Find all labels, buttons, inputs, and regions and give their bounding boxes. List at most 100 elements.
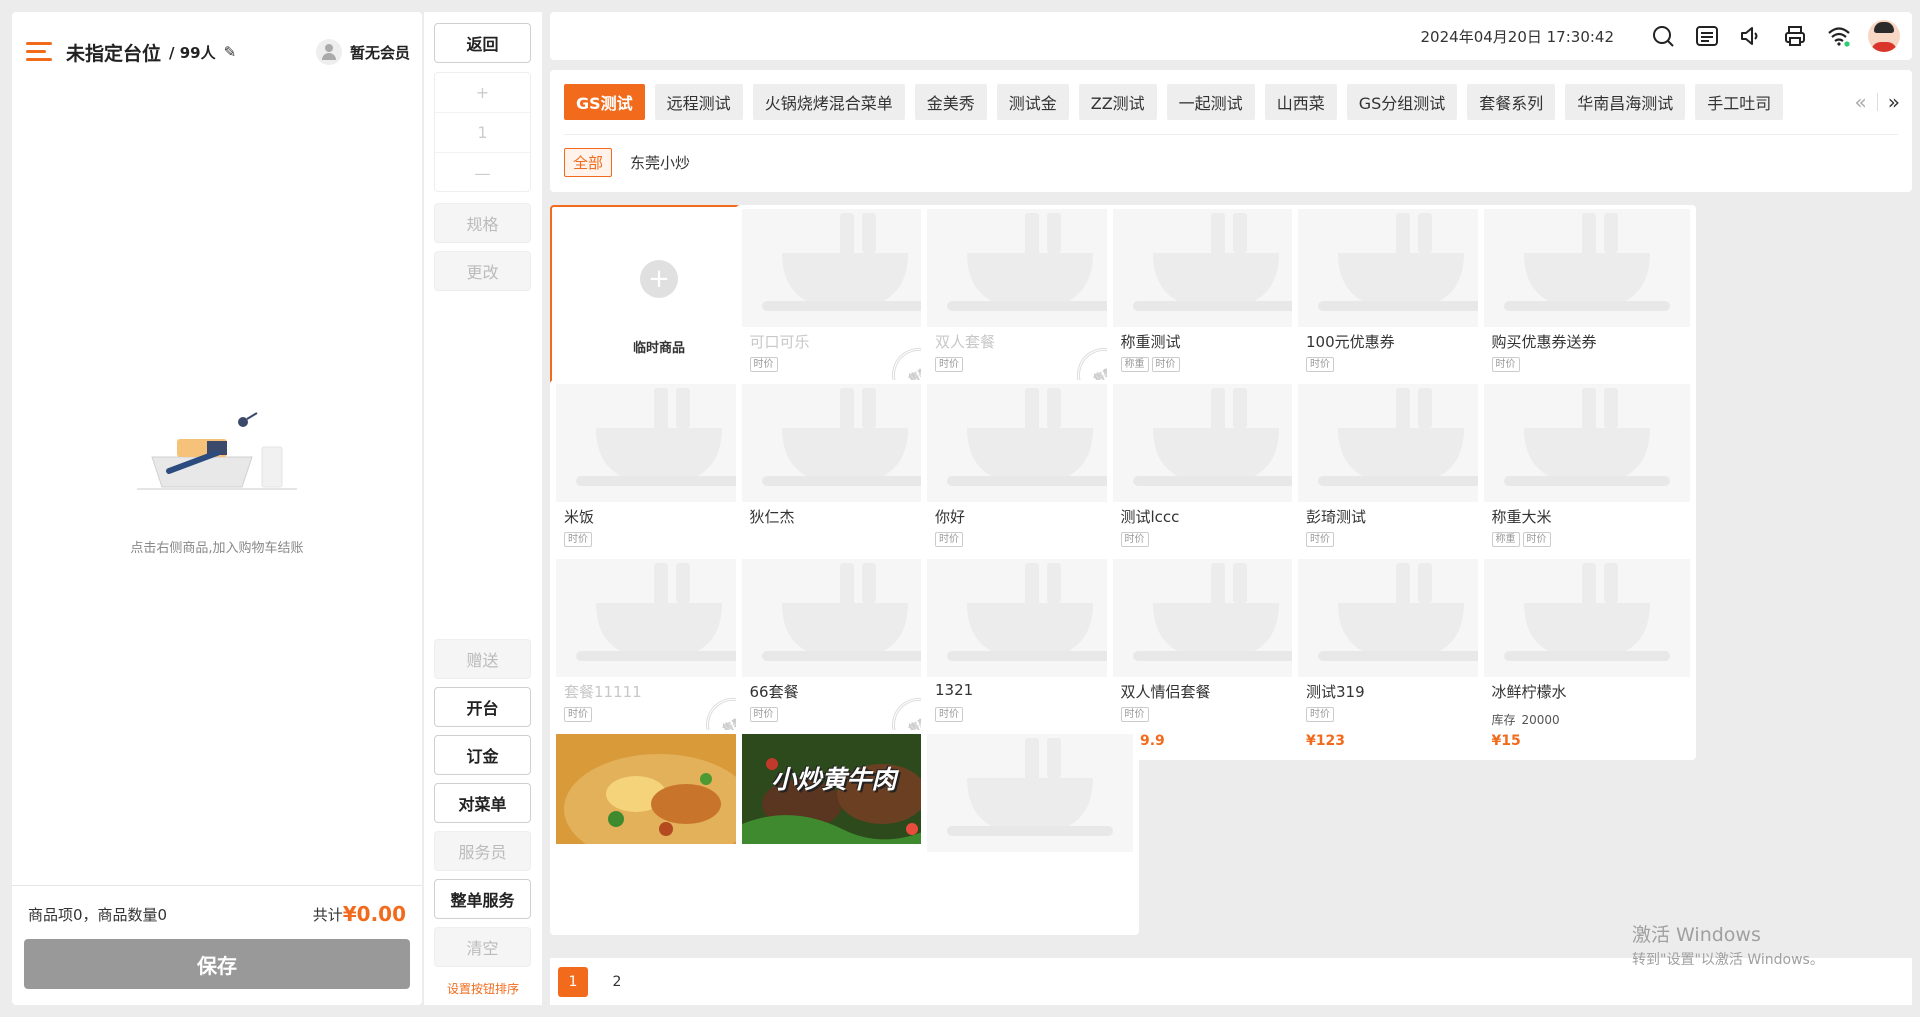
clear-button[interactable]: 清空 bbox=[434, 927, 531, 967]
product-name: 套餐11111 bbox=[564, 683, 642, 701]
category-tab[interactable]: 火锅烧烤混合菜单 bbox=[752, 84, 905, 120]
product-tag: 称重 bbox=[1491, 532, 1520, 547]
member-avatar-icon bbox=[315, 39, 342, 65]
member-selector[interactable]: 暂无会员 bbox=[315, 39, 410, 65]
product-photo bbox=[556, 734, 762, 844]
avatar[interactable] bbox=[1868, 20, 1900, 52]
product-stock: 库存 20000 bbox=[1492, 711, 1560, 728]
product-image bbox=[927, 209, 1133, 327]
top-bar: 2024年04月20日 17:30:42 bbox=[550, 12, 1912, 60]
product-tags: 时价 bbox=[564, 532, 592, 547]
product-name: 彭琦测试 bbox=[1306, 508, 1367, 526]
guest-count: / 99人 bbox=[169, 43, 216, 62]
windows-activation-watermark: 激活 Windows 转到"设置"以激活 Windows。 bbox=[1632, 920, 1824, 969]
table-name[interactable]: 未指定台位 bbox=[66, 39, 161, 66]
product-name: 100元优惠券 bbox=[1306, 333, 1395, 351]
whole-service-button[interactable]: 整单服务 bbox=[434, 879, 531, 919]
placeholder-image bbox=[741, 559, 948, 677]
product-tags: 称重 时价 bbox=[1491, 532, 1551, 547]
category-tab[interactable]: 套餐系列 bbox=[1467, 84, 1556, 120]
check-order-button[interactable]: 对菜单 bbox=[434, 783, 531, 823]
menu-icon[interactable] bbox=[26, 42, 52, 62]
subcategory-tab[interactable]: 东莞小炒 bbox=[630, 152, 690, 173]
product-name: 称重测试 bbox=[1120, 333, 1181, 351]
waiter-button[interactable]: 服务员 bbox=[434, 831, 531, 871]
search-icon[interactable] bbox=[1650, 23, 1676, 49]
wifi-icon[interactable] bbox=[1826, 23, 1852, 49]
placeholder-image bbox=[1298, 384, 1504, 502]
cart-panel: 未指定台位 / 99人 ✎ 暂无会员 点击右侧商品,加入购物车结账 商品项0，商… bbox=[12, 12, 422, 1005]
page-button[interactable]: 1 bbox=[558, 966, 588, 997]
action-column: 返回 + 1 — 规格 更改 赠送 开台 订金 对菜单 服务员 整单服务 清空 … bbox=[424, 12, 542, 1005]
product-tag: 时价 bbox=[1151, 357, 1180, 372]
product-card[interactable] bbox=[921, 730, 1139, 935]
category-tab[interactable]: 测试金 bbox=[996, 84, 1069, 120]
next-category-icon[interactable]: » bbox=[1888, 90, 1900, 114]
product-image bbox=[927, 384, 1133, 502]
empty-cart-illustration bbox=[137, 412, 297, 490]
subcategory-tab[interactable]: 全部 bbox=[564, 148, 613, 177]
product-price: ¥123 bbox=[1306, 733, 1345, 749]
category-tab[interactable]: 山西菜 bbox=[1264, 84, 1337, 120]
speaker-icon[interactable] bbox=[1738, 23, 1764, 49]
printer-icon[interactable] bbox=[1782, 23, 1808, 49]
category-tab[interactable]: 金美秀 bbox=[914, 84, 987, 120]
page-button[interactable]: 2 bbox=[602, 967, 632, 997]
category-tab[interactable]: GS分组测试 bbox=[1346, 84, 1458, 120]
edit-icon[interactable]: ✎ bbox=[224, 43, 237, 61]
category-tab[interactable]: 一起测试 bbox=[1166, 84, 1255, 120]
prev-category-icon[interactable]: « bbox=[1855, 90, 1867, 114]
product-image bbox=[556, 559, 762, 677]
cart-header: 未指定台位 / 99人 ✎ 暂无会员 bbox=[26, 28, 410, 76]
open-table-button[interactable]: 开台 bbox=[434, 687, 531, 727]
product-card[interactable]: 冰鲜柠檬水 库存 20000 ¥15 bbox=[1477, 555, 1696, 760]
product-image bbox=[1483, 384, 1690, 502]
product-tag: 时价 bbox=[935, 707, 963, 722]
product-name: 双人情侣套餐 bbox=[1120, 683, 1211, 701]
total-amount: ¥0.00 bbox=[342, 902, 406, 926]
product-tags: 时价 bbox=[1491, 357, 1520, 372]
gift-button[interactable]: 赠送 bbox=[434, 639, 531, 679]
sort-settings-link[interactable]: 设置按钮排序 bbox=[424, 980, 542, 997]
placeholder-image bbox=[1483, 559, 1690, 677]
product-tags: 时价 bbox=[564, 707, 592, 722]
stock-label: 库存 bbox=[1491, 713, 1516, 727]
product-name: 称重大米 bbox=[1491, 508, 1552, 526]
placeholder-image bbox=[927, 384, 1133, 502]
product-tag: 时价 bbox=[935, 532, 963, 547]
category-tab[interactable]: 远程测试 bbox=[654, 84, 743, 120]
placeholder-image bbox=[556, 384, 762, 502]
product-tags: 时价 bbox=[1306, 532, 1334, 547]
product-image bbox=[556, 384, 762, 502]
category-tab[interactable]: GS测试 bbox=[564, 84, 645, 120]
product-image bbox=[1112, 559, 1319, 677]
category-tab[interactable]: 手工吐司 bbox=[1695, 84, 1784, 120]
back-button[interactable]: 返回 bbox=[434, 23, 531, 63]
product-name: 测试319 bbox=[1306, 683, 1365, 701]
decrement-button[interactable]: — bbox=[435, 153, 530, 193]
product-photo: 小炒黄牛肉 bbox=[741, 734, 948, 844]
category-tab[interactable]: ZZ测试 bbox=[1078, 84, 1157, 120]
modify-button[interactable]: 更改 bbox=[434, 251, 531, 291]
product-name: 双人套餐 bbox=[935, 333, 996, 351]
product-name: 测试lccc bbox=[1120, 508, 1180, 526]
product-name: 1321 bbox=[935, 681, 974, 699]
save-button[interactable]: 保存 bbox=[24, 939, 410, 989]
deposit-button[interactable]: 订金 bbox=[434, 735, 531, 775]
category-tabs: GS测试 远程测试 火锅烧烤混合菜单 金美秀 测试金 ZZ测试 一起测试 山西菜 GS分组测试套… bbox=[564, 84, 1804, 122]
product-name: 米饭 bbox=[564, 508, 595, 526]
increment-button[interactable]: + bbox=[435, 73, 530, 113]
product-name: 66套餐 bbox=[749, 683, 799, 701]
placeholder-image bbox=[1112, 209, 1319, 327]
product-image bbox=[1112, 384, 1319, 502]
placeholder-image bbox=[556, 559, 762, 677]
spec-button[interactable]: 规格 bbox=[434, 203, 531, 243]
category-tab[interactable]: 华南昌海测试 bbox=[1565, 84, 1686, 120]
quantity-stepper: + 1 — bbox=[434, 72, 531, 192]
divider bbox=[564, 134, 1898, 135]
list-icon[interactable] bbox=[1694, 23, 1720, 49]
product-tag: 时价 bbox=[1120, 707, 1149, 722]
product-image bbox=[1483, 559, 1690, 677]
empty-cart-hint: 点击右侧商品,加入购物车结账 bbox=[130, 541, 304, 556]
product-tags: 时价 bbox=[935, 357, 963, 372]
